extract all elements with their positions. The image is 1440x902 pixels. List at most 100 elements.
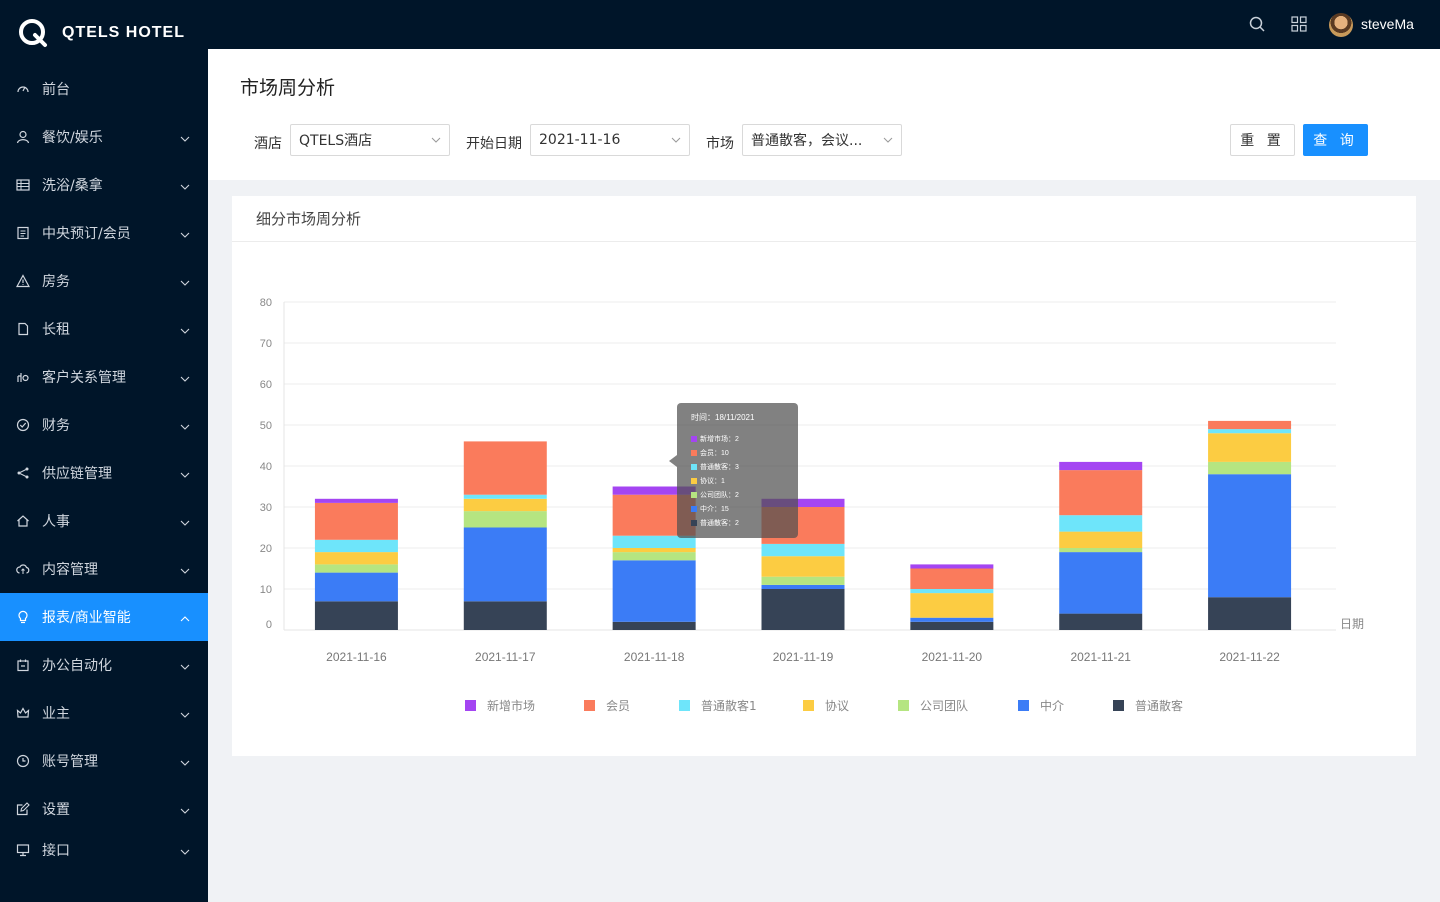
chevron-down-icon bbox=[180, 468, 190, 478]
sidebar-item[interactable]: 洗浴/桑拿 bbox=[0, 161, 208, 209]
x-tick-label: 2021-11-19 bbox=[773, 650, 834, 664]
home-icon bbox=[16, 514, 30, 528]
chevron-down-icon bbox=[180, 228, 190, 238]
legend-swatch bbox=[584, 700, 595, 711]
bar-segment bbox=[314, 539, 398, 553]
legend-swatch bbox=[1018, 700, 1029, 711]
logo-icon bbox=[18, 18, 48, 48]
market-select-value: 普通散客，会议... bbox=[751, 133, 863, 149]
avatar[interactable] bbox=[1329, 13, 1353, 37]
tooltip-swatch bbox=[691, 478, 697, 484]
y-tick-label: 70 bbox=[260, 338, 272, 350]
chevron-down-icon bbox=[180, 845, 190, 855]
sidebar: QTELS HOTEL 前台餐饮/娱乐洗浴/桑拿中央预订/会员 房务长租客户关系管… bbox=[0, 0, 208, 902]
form-icon bbox=[16, 226, 30, 240]
sidebar-item-label: 账号管理 bbox=[42, 754, 98, 770]
tooltip-row: 新增市场：2 bbox=[691, 432, 784, 446]
sidebar-item-label: 供应链管理 bbox=[42, 466, 112, 482]
start-date-select[interactable]: 2021-11-16 bbox=[530, 124, 690, 156]
legend-label: 普通散客 bbox=[1135, 698, 1183, 713]
bar-segment bbox=[1208, 433, 1292, 462]
tooltip-row-label: 协议：1 bbox=[700, 478, 725, 485]
sidebar-item-label: 洗浴/桑拿 bbox=[42, 178, 103, 194]
sidebar-item[interactable]: 业主 bbox=[0, 689, 208, 737]
tooltip-row: 普通散客：3 bbox=[691, 460, 784, 474]
chevron-down-icon bbox=[180, 660, 190, 670]
sidebar-item[interactable]: 房务 bbox=[0, 257, 208, 305]
legend-label: 协议 bbox=[825, 698, 849, 713]
sidebar-item-label: 报表/商业智能 bbox=[42, 610, 131, 626]
legend-swatch bbox=[1113, 700, 1124, 711]
sidebar-item-label: 人事 bbox=[42, 514, 70, 530]
sidebar-item-label: 办公自动化 bbox=[42, 658, 112, 674]
bulb-icon bbox=[16, 610, 30, 624]
sidebar-item[interactable]: 人事 bbox=[0, 497, 208, 545]
chevron-down-icon bbox=[180, 276, 190, 286]
bar-segment bbox=[1059, 461, 1143, 471]
y-tick-label: 20 bbox=[260, 543, 272, 555]
chevron-down-icon bbox=[431, 137, 441, 143]
x-tick-label: 2021-11-21 bbox=[1070, 650, 1131, 664]
search-icon[interactable] bbox=[1248, 15, 1266, 33]
sidebar-item-label: 接口 bbox=[42, 843, 70, 859]
top-header: steveMa bbox=[208, 0, 1440, 49]
tooltip-rows: 新增市场：2 会员：10 普通散客：3 协议：1 公司团队：2 中介：15 普通散客：2 bbox=[691, 432, 784, 530]
contacts-icon bbox=[16, 370, 30, 384]
sidebar-item-label: 前台 bbox=[42, 82, 70, 98]
hotel-select[interactable]: QTELS酒店 bbox=[290, 124, 450, 156]
tooltip-row-label: 新增市场：2 bbox=[700, 436, 739, 443]
y-tick-label: 50 bbox=[260, 420, 272, 432]
sidebar-item[interactable]: 账号管理 bbox=[0, 737, 208, 785]
x-tick-label: 2021-11-18 bbox=[624, 650, 685, 664]
chevron-down-icon bbox=[180, 180, 190, 190]
y-tick-label: 0 bbox=[266, 619, 272, 631]
bar-segment bbox=[463, 601, 547, 630]
sidebar-item[interactable]: 中央预订/会员 bbox=[0, 209, 208, 257]
bar-segment bbox=[612, 552, 696, 561]
bar-segment bbox=[761, 576, 845, 585]
username[interactable]: steveMa bbox=[1361, 16, 1414, 32]
logo[interactable]: QTELS HOTEL bbox=[0, 0, 208, 66]
sidebar-item[interactable]: 内容管理 bbox=[0, 545, 208, 593]
query-button[interactable]: 查 询 bbox=[1303, 124, 1368, 156]
legend-label: 中介 bbox=[1040, 698, 1064, 713]
legend-swatch bbox=[679, 700, 690, 711]
legend-swatch bbox=[465, 700, 476, 711]
y-tick-label: 10 bbox=[260, 584, 272, 596]
clock-icon bbox=[16, 754, 30, 768]
sidebar-item[interactable]: 客户关系管理 bbox=[0, 353, 208, 401]
sidebar-item[interactable]: 办公自动化 bbox=[0, 641, 208, 689]
sidebar-item-label: 长租 bbox=[42, 322, 70, 338]
bar-segment bbox=[910, 617, 994, 622]
hotel-select-value: QTELS酒店 bbox=[299, 133, 373, 149]
market-label: 市场 bbox=[706, 136, 734, 152]
card-title: 细分市场周分析 bbox=[256, 210, 362, 228]
tooltip-row: 普通散客：2 bbox=[691, 516, 784, 530]
bar-segment bbox=[314, 601, 398, 630]
sidebar-item[interactable]: 餐饮/娱乐 bbox=[0, 113, 208, 161]
sidebar-item[interactable]: 长租 bbox=[0, 305, 208, 353]
sidebar-item[interactable]: 接口 bbox=[0, 826, 208, 874]
y-tick-label: 80 bbox=[260, 297, 272, 309]
sidebar-item[interactable]: 前台 bbox=[0, 65, 208, 113]
bar-segment bbox=[761, 584, 845, 589]
chevron-down-icon bbox=[180, 708, 190, 718]
start-date-label: 开始日期 bbox=[466, 136, 522, 152]
chart-card: 细分市场周分析 0 10 20 30 40 50 60 70 80 2021-11-16 2021-… bbox=[232, 196, 1416, 756]
bar-segment bbox=[612, 548, 696, 553]
bar-segment bbox=[761, 556, 845, 577]
sidebar-item[interactable]: 财务 bbox=[0, 401, 208, 449]
x-tick-label: 2021-11-22 bbox=[1219, 650, 1280, 664]
bar-segment bbox=[1059, 531, 1143, 548]
dashboard-icon bbox=[16, 82, 30, 96]
table-icon bbox=[16, 178, 30, 192]
sidebar-item-label: 财务 bbox=[42, 418, 70, 434]
bar-segment bbox=[1059, 613, 1143, 630]
reset-button[interactable]: 重 置 bbox=[1230, 124, 1295, 156]
market-select[interactable]: 普通散客，会议... bbox=[742, 124, 902, 156]
apps-grid-icon[interactable] bbox=[1290, 15, 1308, 33]
user-icon bbox=[16, 130, 30, 144]
sidebar-item[interactable]: 报表/商业智能 bbox=[0, 593, 208, 641]
bar-segment bbox=[463, 527, 547, 602]
sidebar-item[interactable]: 供应链管理 bbox=[0, 449, 208, 497]
